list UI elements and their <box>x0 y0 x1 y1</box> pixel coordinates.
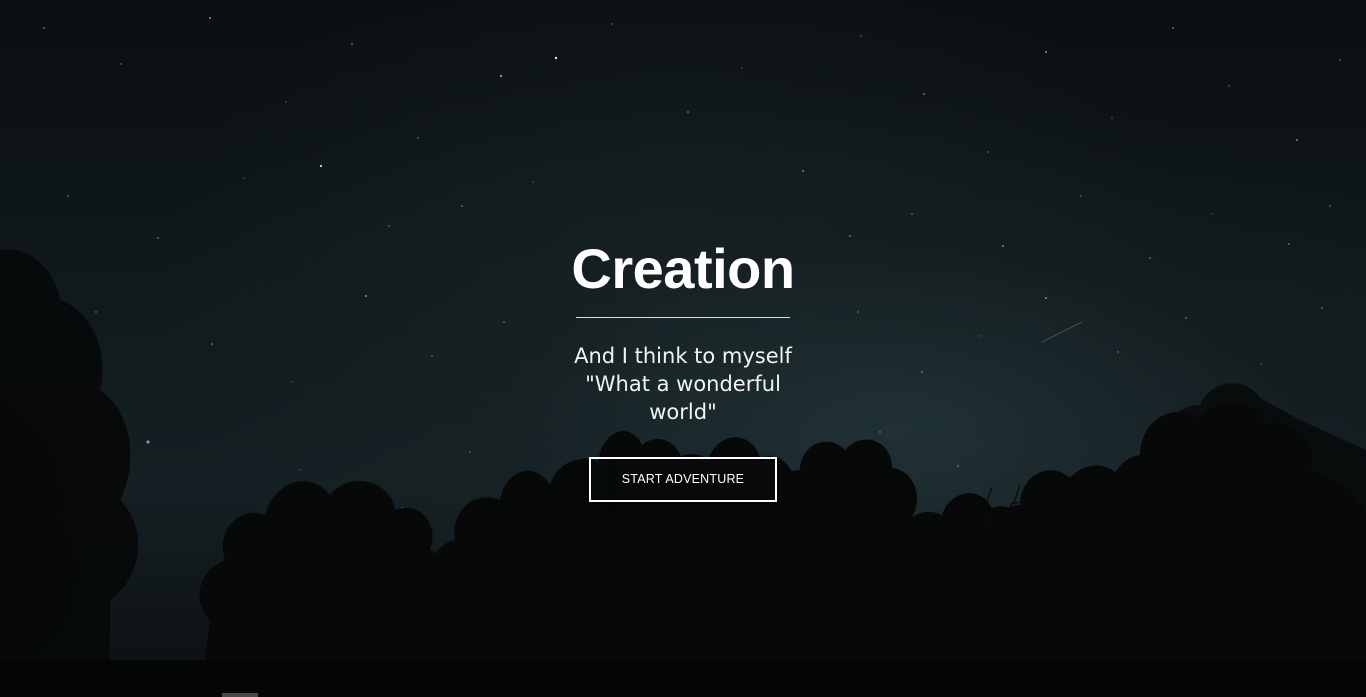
hero-tagline: And I think to myself "What a wonderful … <box>563 342 803 426</box>
tagline-line-2: "What a wonderful <box>585 372 781 396</box>
hero-section: Creation And I think to myself "What a w… <box>0 0 1366 697</box>
horizontal-scrollbar-thumb[interactable] <box>222 693 258 697</box>
title-divider <box>576 317 790 318</box>
hero-content: Creation And I think to myself "What a w… <box>0 0 1366 697</box>
hero-title: Creation <box>571 237 795 300</box>
tagline-line-3: world" <box>649 400 717 424</box>
tagline-line-1: And I think to myself <box>574 344 792 368</box>
start-adventure-button[interactable]: START ADVENTURE <box>589 457 777 502</box>
